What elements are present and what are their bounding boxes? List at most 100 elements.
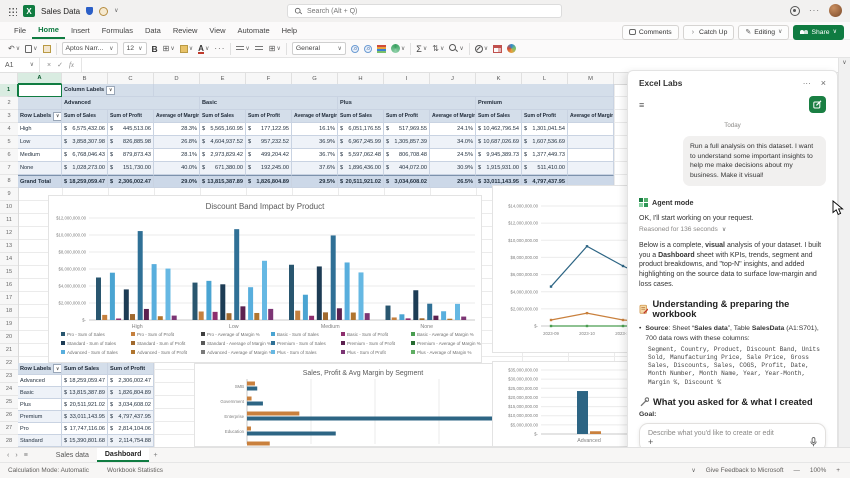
- table-cell[interactable]: Plus: [18, 399, 62, 411]
- pivot-cell[interactable]: 29.5%: [292, 175, 338, 188]
- pivot-cell[interactable]: 24.5%: [430, 149, 476, 162]
- table-cell[interactable]: $15,390,801.68: [62, 435, 108, 447]
- bold-button[interactable]: B: [152, 44, 158, 54]
- pivot-cell[interactable]: 26.5%: [430, 175, 476, 188]
- zoom-out-icon[interactable]: —: [794, 467, 800, 474]
- autosum-button[interactable]: Σ∨: [416, 44, 427, 54]
- pivot-cell[interactable]: $1,028,273.00: [62, 162, 108, 175]
- pivot-cell[interactable]: $6,051,176.55: [338, 123, 384, 136]
- table-cell[interactable]: Standard: [18, 435, 62, 447]
- table-cell[interactable]: $18,259,059.47: [62, 375, 108, 387]
- pivot-cell[interactable]: $511,410.00: [522, 162, 568, 175]
- fill-color-button[interactable]: ∨: [180, 45, 193, 53]
- row-header-7[interactable]: 7: [0, 162, 18, 175]
- pivot-cell[interactable]: $6,768,046.43: [62, 149, 108, 162]
- row-header-23[interactable]: 23: [0, 370, 18, 383]
- product-table[interactable]: Row Labels∨Sum of SalesSum of ProfitAdva…: [18, 363, 154, 447]
- number-format-select[interactable]: General∨: [292, 42, 346, 55]
- table-cell[interactable]: $2,306,002.47: [108, 375, 154, 387]
- pivot-cell[interactable]: [568, 136, 614, 149]
- row-header-2[interactable]: 2: [0, 97, 18, 110]
- search-input[interactable]: Search (Alt + Q): [287, 4, 562, 18]
- pivot-cell[interactable]: $499,204.42: [246, 149, 292, 162]
- pivot-cell[interactable]: 28.1%: [154, 149, 200, 162]
- menu-tab-home[interactable]: Home: [32, 22, 65, 39]
- table-header-cell[interactable]: Sum of Profit: [108, 363, 154, 375]
- column-header-D[interactable]: D: [154, 73, 200, 84]
- row-header-10[interactable]: 10: [0, 201, 18, 214]
- pivot-cell[interactable]: $1,826,804.89: [246, 175, 292, 188]
- sheet-list-icon[interactable]: ≡: [22, 452, 30, 459]
- pivot-cell[interactable]: Column Labels∨: [62, 84, 154, 97]
- pivot-cell[interactable]: 40.0%: [154, 162, 200, 175]
- row-header-17[interactable]: 17: [0, 292, 18, 305]
- row-header-15[interactable]: 15: [0, 266, 18, 279]
- user-avatar[interactable]: [829, 4, 842, 17]
- catch-up-button[interactable]: ›Catch Up: [683, 25, 735, 40]
- table-cell[interactable]: $17,747,116.06: [62, 423, 108, 435]
- pivot-cell[interactable]: $20,511,921.02: [338, 175, 384, 188]
- pivot-cell[interactable]: [568, 162, 614, 175]
- column-header-K[interactable]: K: [476, 73, 522, 84]
- pivot-cell[interactable]: Row Labels∨: [18, 110, 62, 123]
- column-header-E[interactable]: E: [200, 73, 246, 84]
- mic-button[interactable]: [810, 437, 817, 447]
- feedback-link[interactable]: Give Feedback to Microsoft: [706, 467, 784, 474]
- table-cell[interactable]: Pro: [18, 423, 62, 435]
- calc-mode-label[interactable]: Calculation Mode: Automatic: [8, 467, 89, 474]
- pivot-cell[interactable]: Average of Margin %: [430, 110, 476, 123]
- chevron-down-icon[interactable]: ∨: [114, 8, 118, 14]
- pivot-cell[interactable]: Average of Margin %: [292, 110, 338, 123]
- share-button[interactable]: Share∨: [793, 25, 844, 40]
- table-cell[interactable]: $20,511,921.02: [62, 399, 108, 411]
- pivot-cell[interactable]: 34.0%: [430, 136, 476, 149]
- pivot-cell[interactable]: Premium: [476, 97, 614, 110]
- font-size-select[interactable]: 12∨: [123, 42, 147, 55]
- insert-function-icon[interactable]: fx: [69, 61, 74, 69]
- pivot-cell[interactable]: $4,604,937.52: [200, 136, 246, 149]
- pivot-cell[interactable]: $177,122.95: [246, 123, 292, 136]
- filter-dropdown-icon[interactable]: ∨: [53, 364, 62, 373]
- sensitivity-shield-icon[interactable]: [86, 7, 93, 15]
- pivot-cell[interactable]: $10,462,796.54: [476, 123, 522, 136]
- pivot-cell[interactable]: 28.3%: [154, 123, 200, 136]
- next-sheet-icon[interactable]: ›: [13, 452, 19, 459]
- pivot-cell[interactable]: $1,301,041.54: [522, 123, 568, 136]
- pivot-cell[interactable]: [154, 84, 614, 97]
- discount-band-chart[interactable]: Discount Band Impact by Product$12,000,0…: [48, 195, 482, 363]
- column-header-A[interactable]: A: [18, 73, 62, 84]
- row-header-5[interactable]: 5: [0, 136, 18, 149]
- pivot-cell[interactable]: None: [18, 162, 62, 175]
- segment-chart[interactable]: Sales, Profit & Avg Margin by SegmentSMB…: [194, 363, 512, 447]
- pivot-cell[interactable]: Sum of Profit: [384, 110, 430, 123]
- pivot-cell[interactable]: $192,245.00: [246, 162, 292, 175]
- row-header-9[interactable]: 9: [0, 188, 18, 201]
- pivot-cell[interactable]: $3,858,307.98: [62, 136, 108, 149]
- chevron-down-icon[interactable]: ∨: [691, 468, 695, 474]
- increase-decimal-icon[interactable]: .0: [364, 45, 372, 53]
- pivot-cell[interactable]: Plus: [338, 97, 476, 110]
- row-header-21[interactable]: 21: [0, 344, 18, 357]
- column-header-J[interactable]: J: [430, 73, 476, 84]
- pivot-cell[interactable]: Medium: [18, 149, 62, 162]
- pivot-cell[interactable]: Low: [18, 136, 62, 149]
- conditional-formatting-icon[interactable]: [377, 45, 386, 53]
- cell-styles-button[interactable]: ∨: [391, 44, 405, 53]
- copilot-icon[interactable]: [507, 44, 516, 53]
- row-header-1[interactable]: 1: [0, 84, 18, 97]
- column-header-I[interactable]: I: [384, 73, 430, 84]
- reasoned-toggle[interactable]: Reasoned for 136 seconds∨: [639, 226, 826, 233]
- pivot-cell[interactable]: $5,565,160.95: [200, 123, 246, 136]
- row-header-8[interactable]: 8: [0, 175, 18, 188]
- zoom-in-icon[interactable]: +: [836, 467, 840, 474]
- undo-button[interactable]: ↶∨: [8, 44, 20, 53]
- settings-gear-icon[interactable]: [790, 6, 800, 16]
- row-header-18[interactable]: 18: [0, 305, 18, 318]
- pivot-cell[interactable]: $957,232.52: [246, 136, 292, 149]
- pivot-cell[interactable]: [18, 97, 62, 110]
- row-header-12[interactable]: 12: [0, 227, 18, 240]
- prev-sheet-icon[interactable]: ‹: [5, 452, 11, 459]
- row-header-11[interactable]: 11: [0, 214, 18, 227]
- pivot-cell[interactable]: $10,687,026.69: [476, 136, 522, 149]
- pivot-cell[interactable]: Sum of Sales: [62, 110, 108, 123]
